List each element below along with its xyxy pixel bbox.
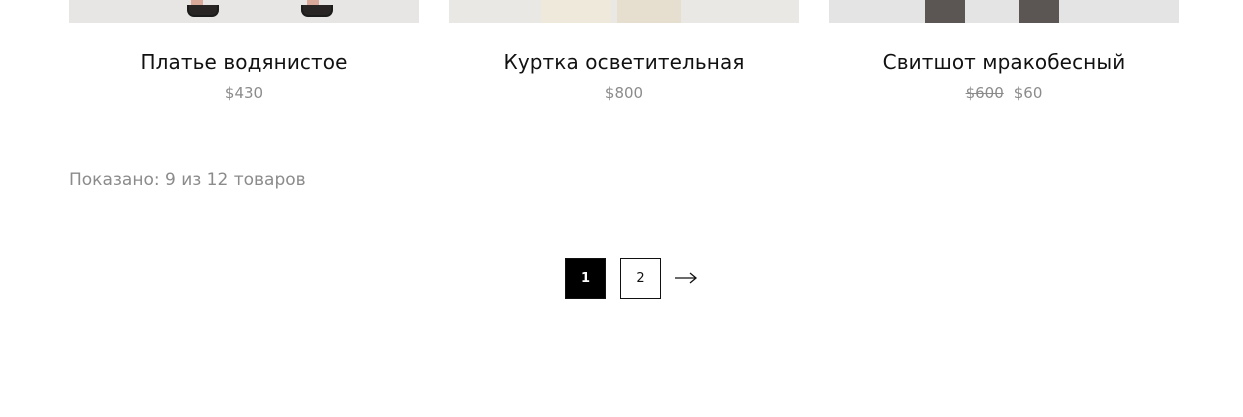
current-price: $800 (604, 84, 644, 102)
product-title[interactable]: Свитшот мракобесный (829, 50, 1179, 74)
product-price: $600 $60 (829, 84, 1179, 102)
page-1-button[interactable]: 1 (565, 258, 606, 299)
product-grid: Платье водянистое $430 Куртка осветитель… (69, 0, 1179, 110)
product-image[interactable] (449, 0, 799, 23)
page-2-button[interactable]: 2 (620, 258, 661, 299)
product-price: $430 (69, 84, 419, 102)
product-card[interactable]: Куртка осветительная $800 (449, 0, 799, 110)
product-title[interactable]: Куртка осветительная (449, 50, 799, 74)
product-price: $800 (449, 84, 799, 102)
current-price: $430 (224, 84, 264, 102)
current-price: $60 (1013, 84, 1043, 102)
shop-page: Платье водянистое $430 Куртка осветитель… (0, 0, 1243, 417)
product-card[interactable]: Свитшот мракобесный $600 $60 (829, 0, 1179, 110)
product-image[interactable] (829, 0, 1179, 23)
product-title[interactable]: Платье водянистое (69, 50, 419, 74)
result-count: Показано: 9 из 12 товаров (69, 170, 306, 190)
product-card[interactable]: Платье водянистое $430 (69, 0, 419, 110)
old-price: $600 (965, 84, 1004, 102)
product-image[interactable] (69, 0, 419, 23)
arrow-right-icon[interactable] (674, 270, 698, 286)
